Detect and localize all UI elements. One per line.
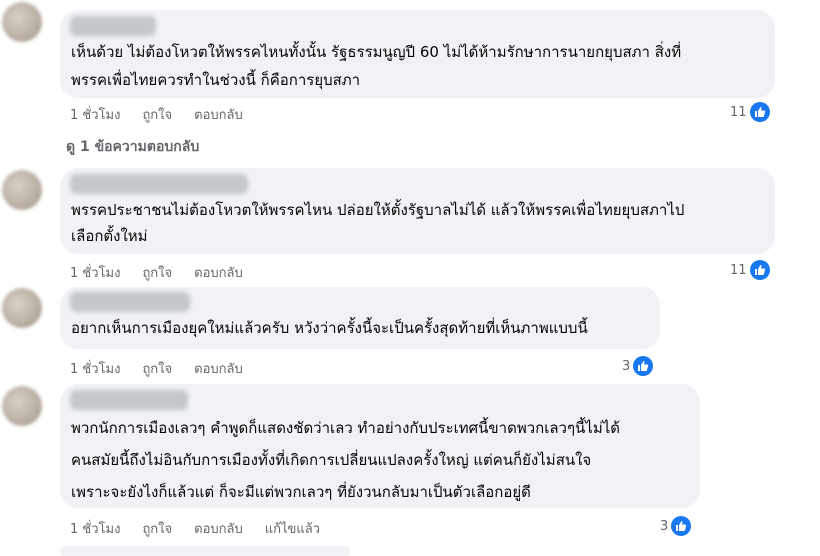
- thumbs-up-icon: [671, 516, 692, 536]
- reaction-count[interactable]: 3: [660, 516, 692, 536]
- reaction-count-label: 11: [730, 262, 747, 278]
- commenter-name[interactable]: [70, 16, 156, 36]
- reply-link[interactable]: ตอบกลับ: [194, 262, 243, 283]
- comment-actions: 1 ชั่วโมง ถูกใจ ตอบกลับ แก้ไขแล้ว: [70, 518, 320, 539]
- reaction-count-label: 3: [622, 358, 631, 374]
- reply-link[interactable]: ตอบกลับ: [194, 104, 243, 125]
- comment-bubble-partial: [60, 546, 350, 556]
- timestamp-link[interactable]: 1 ชั่วโมง: [70, 262, 120, 283]
- avatar[interactable]: [2, 170, 42, 210]
- comment-text-line: เลือกตั้งใหม่: [71, 227, 148, 245]
- timestamp-link[interactable]: 1 ชั่วโมง: [70, 518, 120, 539]
- timestamp-link[interactable]: 1 ชั่วโมง: [70, 104, 120, 125]
- comment-text-line: อยากเห็นการเมืองยุคใหม่แล้วครับ หวังว่าค…: [71, 319, 588, 337]
- comment-actions: 1 ชั่วโมง ถูกใจ ตอบกลับ: [70, 104, 243, 125]
- comment-bubble: เห็นด้วย ไม่ต้องโหวตให้พรรคไหนทั้งนั้น ร…: [60, 10, 775, 98]
- reaction-count[interactable]: 3: [622, 356, 654, 376]
- comment-bubble: พรรคประชาชนไม่ต้องโหวตให้พรรคไหน ปล่อยให…: [60, 168, 775, 254]
- view-replies-link[interactable]: ดู 1 ข้อความตอบกลับ: [66, 136, 199, 158]
- comment-text-line: เพราะจะยังไงก็แล้วแต่ ก็จะมีแต่พวกเลวๆ ท…: [71, 483, 531, 501]
- reaction-count[interactable]: 11: [730, 102, 770, 122]
- like-link[interactable]: ถูกใจ: [142, 518, 172, 539]
- reaction-count[interactable]: 11: [730, 260, 770, 280]
- avatar[interactable]: [2, 288, 42, 328]
- commenter-name[interactable]: [70, 174, 248, 194]
- like-link[interactable]: ถูกใจ: [142, 104, 172, 125]
- comment-text-line: พรรคประชาชนไม่ต้องโหวตให้พรรคไหน ปล่อยให…: [71, 201, 685, 219]
- thumbs-up-icon: [749, 260, 770, 280]
- comment-bubble: อยากเห็นการเมืองยุคใหม่แล้วครับ หวังว่าค…: [60, 287, 660, 349]
- thumbs-up-icon: [633, 356, 654, 376]
- comment-actions: 1 ชั่วโมง ถูกใจ ตอบกลับ: [70, 358, 243, 379]
- comment-text-line: คนสมัยนี้ถึงไม่อินกับการเมืองทั้งที่เกิด…: [71, 451, 592, 469]
- like-link[interactable]: ถูกใจ: [142, 262, 172, 283]
- comment-bubble: พวกนักการเมืองเลวๆ คำพูดก็แสดงชัดว่าเลว …: [60, 384, 700, 508]
- commenter-name[interactable]: [70, 292, 190, 312]
- timestamp-link[interactable]: 1 ชั่วโมง: [70, 358, 120, 379]
- thumbs-up-icon: [749, 102, 770, 122]
- avatar[interactable]: [2, 2, 42, 42]
- comment-text-line: พรรคเพื่อไทยควรทำในช่วงนี้ ก็คือการยุบสภ…: [71, 71, 361, 89]
- like-link[interactable]: ถูกใจ: [142, 358, 172, 379]
- commenter-name[interactable]: [70, 390, 188, 410]
- reply-link[interactable]: ตอบกลับ: [194, 358, 243, 379]
- comment-actions: 1 ชั่วโมง ถูกใจ ตอบกลับ: [70, 262, 243, 283]
- comment-text-line: พวกนักการเมืองเลวๆ คำพูดก็แสดงชัดว่าเลว …: [71, 419, 621, 437]
- reply-link[interactable]: ตอบกลับ: [194, 518, 243, 539]
- reaction-count-label: 3: [660, 518, 669, 534]
- comment-text-line: เห็นด้วย ไม่ต้องโหวตให้พรรคไหนทั้งนั้น ร…: [71, 43, 682, 61]
- reaction-count-label: 11: [730, 104, 747, 120]
- avatar[interactable]: [2, 386, 42, 426]
- edited-label[interactable]: แก้ไขแล้ว: [265, 518, 320, 539]
